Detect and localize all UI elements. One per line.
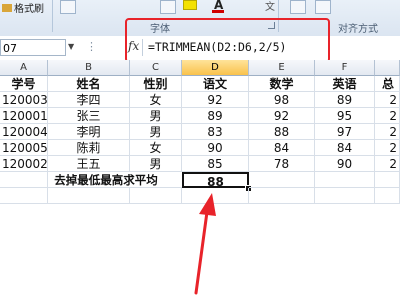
align-middle-button[interactable]	[315, 0, 331, 14]
table-cell[interactable]: 88	[249, 124, 315, 140]
column-header-b[interactable]: B	[48, 60, 130, 76]
table-cell[interactable]: 84	[249, 140, 315, 156]
table-cell[interactable]: 85	[182, 156, 249, 172]
formula-bar: 07 ▼ ⋮ fx =TRIMMEAN(D2:D6,2/5)	[0, 36, 400, 61]
phonetic-icon[interactable]: 文	[265, 0, 275, 13]
table-cell[interactable]: 男	[130, 124, 182, 140]
table-cell[interactable]: 120003	[0, 92, 48, 108]
header-cell-name[interactable]: 姓名	[48, 76, 130, 92]
table-cell[interactable]: 120005	[0, 140, 48, 156]
table-cell[interactable]: 2	[375, 108, 400, 124]
table-cell[interactable]: 78	[249, 156, 315, 172]
table-cell[interactable]	[249, 172, 315, 188]
table-cell[interactable]: 92	[249, 108, 315, 124]
table-cell[interactable]: 2	[375, 92, 400, 108]
header-cell-english[interactable]: 英语	[315, 76, 375, 92]
table-cell[interactable]	[315, 172, 375, 188]
font-color-bar	[212, 10, 224, 13]
column-header-g[interactable]	[375, 60, 400, 76]
table-cell[interactable]: 98	[249, 92, 315, 108]
table-cell[interactable]: 90	[182, 140, 249, 156]
table-cell[interactable]: 92	[182, 92, 249, 108]
font-group-label: 字体	[150, 24, 170, 35]
table-cell[interactable]	[315, 188, 375, 204]
table-cell[interactable]: 89	[182, 108, 249, 124]
table-cell[interactable]: 女	[130, 92, 182, 108]
column-header-c[interactable]: C	[130, 60, 182, 76]
ribbon: 格式刷 A 文 字体 对齐方式	[0, 0, 400, 37]
column-header-f[interactable]: F	[315, 60, 375, 76]
header-cell-math[interactable]: 数学	[249, 76, 315, 92]
chevron-down-icon[interactable]: ▼	[68, 42, 74, 51]
table-cell[interactable]: 女	[130, 140, 182, 156]
table-cell[interactable]: 李明	[48, 124, 130, 140]
brush-icon	[2, 4, 12, 12]
table-cell[interactable]: 男	[130, 156, 182, 172]
table-cell[interactable]: 84	[315, 140, 375, 156]
table-cell[interactable]: 90	[315, 156, 375, 172]
table-cell[interactable]: 120002	[0, 156, 48, 172]
table-cell[interactable]: 王五	[48, 156, 130, 172]
table-cell[interactable]: 89	[315, 92, 375, 108]
table-cell[interactable]: 2	[375, 156, 400, 172]
formula-input[interactable]: =TRIMMEAN(D2:D6,2/5)	[142, 39, 398, 56]
alignment-group-label: 对齐方式	[338, 24, 378, 35]
header-cell-total[interactable]: 总	[375, 76, 400, 92]
table-cell[interactable]: 95	[315, 108, 375, 124]
format-painter-button[interactable]: 格式刷	[2, 0, 44, 15]
table-cell[interactable]: 120004	[0, 124, 48, 140]
ribbon-separator	[278, 0, 279, 32]
table-cell[interactable]: 男	[130, 108, 182, 124]
column-header-a[interactable]: A	[0, 60, 48, 76]
table-cell[interactable]: 97	[315, 124, 375, 140]
table-cell[interactable]	[0, 188, 48, 204]
font-dialog-launcher-icon[interactable]	[268, 22, 275, 29]
align-top-button[interactable]	[290, 0, 306, 14]
table-cell[interactable]: 2	[375, 124, 400, 140]
name-box[interactable]: 07	[0, 39, 66, 56]
summary-label[interactable]: 去掉最低最高求平均	[30, 172, 182, 188]
table-cell[interactable]: 张三	[48, 108, 130, 124]
table-cell[interactable]: 陈莉	[48, 140, 130, 156]
highlight-color-icon[interactable]	[183, 0, 197, 10]
format-painter-label: 格式刷	[14, 4, 44, 15]
table-cell[interactable]: 李四	[48, 92, 130, 108]
insert-function-button[interactable]: fx	[128, 39, 139, 53]
header-cell-gender[interactable]: 性别	[130, 76, 182, 92]
table-cell[interactable]: 2	[375, 140, 400, 156]
border-button[interactable]	[160, 0, 176, 14]
formula-bar-grip-icon[interactable]: ⋮	[86, 40, 97, 53]
table-cell[interactable]	[48, 188, 130, 204]
table-cell[interactable]: 120001	[0, 108, 48, 124]
column-header-d[interactable]: D	[182, 60, 249, 76]
table-cell[interactable]	[375, 172, 400, 188]
summary-value-cell[interactable]: 88	[182, 172, 249, 188]
spreadsheet-grid: A B C D E F 学号 姓名 性别 语文 数学 英语 总 120003 李…	[0, 60, 400, 300]
table-cell[interactable]	[182, 188, 249, 204]
table-cell[interactable]	[130, 188, 182, 204]
ribbon-separator	[52, 0, 53, 32]
header-cell-chinese[interactable]: 语文	[182, 76, 249, 92]
table-cell[interactable]	[249, 188, 315, 204]
column-header-e[interactable]: E	[249, 60, 315, 76]
table-cell[interactable]: 83	[182, 124, 249, 140]
font-style-button[interactable]	[60, 0, 76, 14]
table-cell[interactable]	[375, 188, 400, 204]
header-cell-id[interactable]: 学号	[0, 76, 48, 92]
